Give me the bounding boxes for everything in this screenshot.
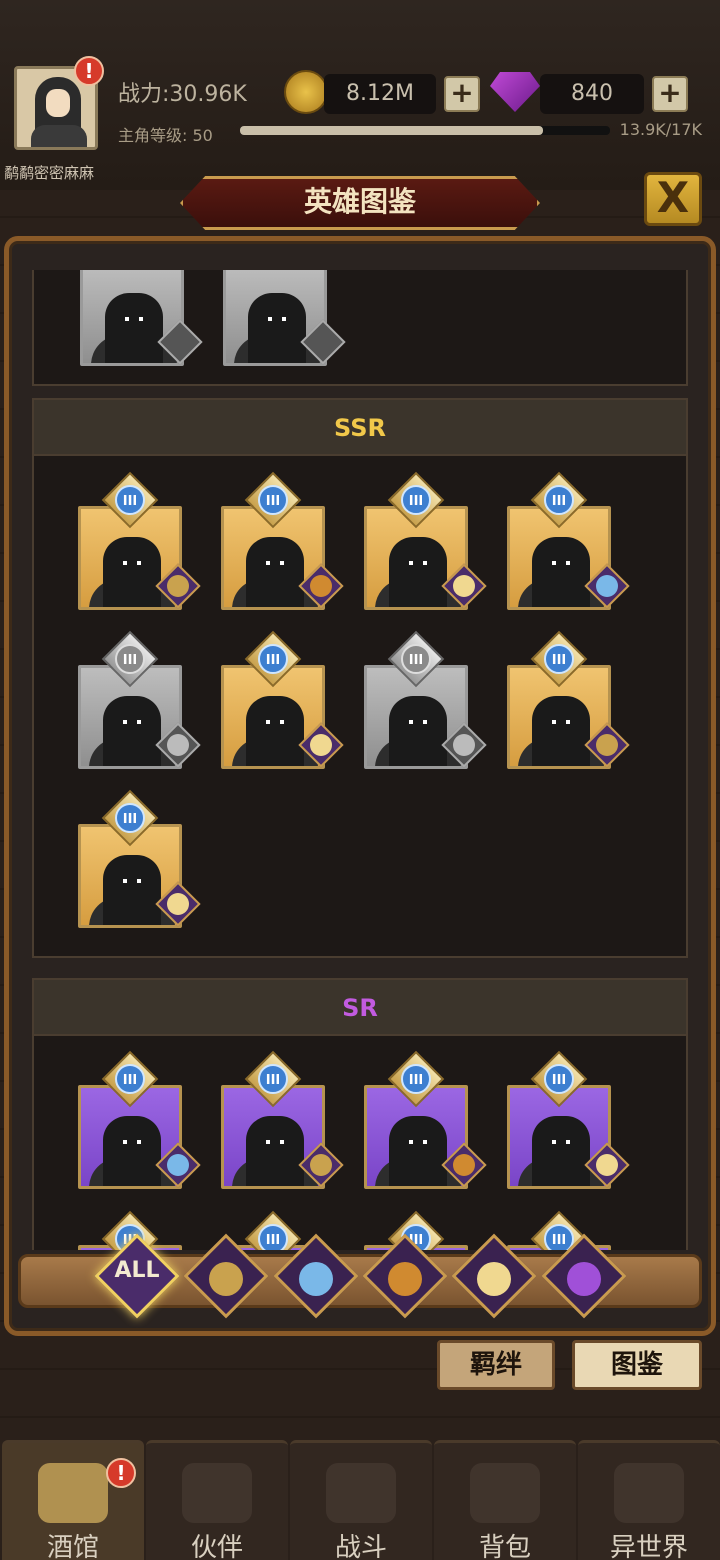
rank-label: III [115,803,145,833]
faction-face-icon [596,734,618,756]
rank-label: III [258,485,288,515]
close-button[interactable]: X [644,172,702,226]
rank-label: III [258,1224,288,1250]
faction-face-icon [310,1154,332,1176]
faction-face-icon [596,1154,618,1176]
nav-tavern-label: 酒馆 [46,1533,99,1560]
faction-face-icon [310,734,332,756]
nav-other-world-label: 异世界 [609,1533,688,1560]
rank-label: III [544,644,574,674]
hero-list-scroll[interactable]: SSR SR III III III III III III III III III III III… [20,270,700,1250]
crossed-swords-icon [326,1463,396,1523]
beer-mug-icon [38,1463,108,1523]
portal-icon [614,1463,684,1523]
previous-rarity-section [32,270,688,386]
backpack-icon [470,1463,540,1523]
player-name: 鹬鹬密密麻麻 [4,164,95,182]
combat-power: 战力:30.96K [118,82,247,107]
bonds-tab[interactable]: 羁绊 [437,1340,555,1390]
rank-label: III [544,485,574,515]
lion-faction-icon [388,1262,422,1296]
nav-partner-label: 伙伴 [190,1533,243,1560]
blonde-hero-faction-icon [477,1262,511,1296]
nav-backpack-label: 背包 [478,1533,531,1560]
nav-battle-label: 战斗 [334,1533,387,1560]
rank-label: III [115,644,145,674]
faction-face-icon [453,575,475,597]
faction-face-icon [167,1154,189,1176]
nav-backpack[interactable]: 背包 [434,1440,576,1560]
nav-other-world[interactable]: 异世界 [578,1440,720,1560]
faction-face-icon [167,575,189,597]
xp-bar [240,126,610,135]
gold-amount: 8.12M [324,74,436,114]
faction-face-icon [167,893,189,915]
codex-tab[interactable]: 图鉴 [572,1340,702,1390]
xp-bar-fill [240,126,544,135]
faction-face-icon [310,575,332,597]
rank-label: III [544,1064,574,1094]
game-screen: ! 鹬鹬密密麻麻 战力:30.96K 8.12M + 840 + 主角等级: 5… [0,0,720,1560]
add-gem-button[interactable]: + [652,76,688,112]
rank-label: III [401,644,431,674]
nav-partner[interactable]: 伙伴 [146,1440,288,1560]
rank-label: III [401,485,431,515]
ssr-section-header: SSR [34,400,686,456]
filter-all-label: ALL [114,1258,160,1283]
rank-label: III [115,1064,145,1094]
avatar-alert-icon: ! [74,56,104,86]
rank-label: III [258,1064,288,1094]
faction-face-icon [453,734,475,756]
panel-title: 英雄图鉴 [303,185,416,218]
add-gold-button[interactable]: + [444,76,480,112]
rank-label: III [401,1064,431,1094]
hero-level-label: 主角等级: 50 [118,126,213,145]
elf-faction-icon [299,1262,333,1296]
gem-amount: 840 [540,74,644,114]
sr-section-header: SR [34,980,686,1036]
demon-faction-icon [567,1262,601,1296]
nav-battle[interactable]: 战斗 [290,1440,432,1560]
rank-label: III [115,485,145,515]
tavern-alert-icon: ! [106,1458,136,1488]
faction-face-icon [167,734,189,756]
faction-face-icon [453,1154,475,1176]
partner-icon [182,1463,252,1523]
coin-icon [284,70,328,114]
rank-label: III [258,644,288,674]
knight-faction-icon [209,1262,243,1296]
faction-face-icon [596,575,618,597]
xp-text: 13.9K/17K [619,120,702,139]
